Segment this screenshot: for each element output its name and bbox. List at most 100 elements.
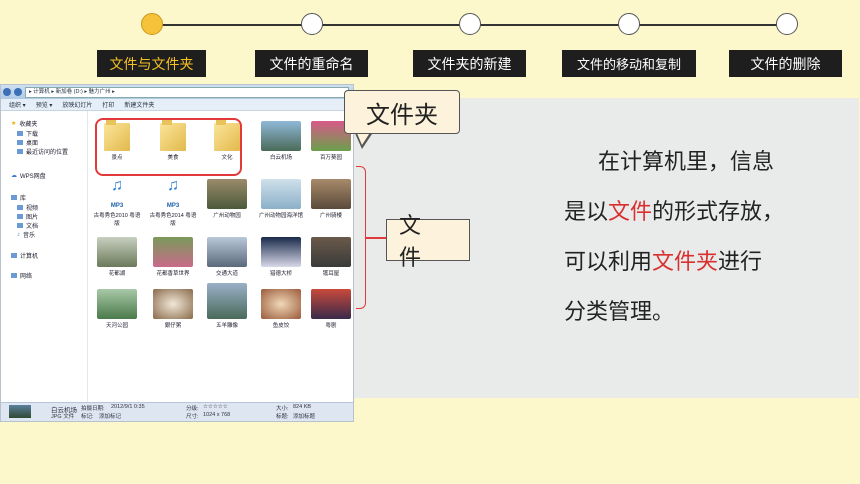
- selected-file-type: JPG 文件: [51, 414, 75, 420]
- size-label: 大小:: [276, 406, 289, 412]
- file-item[interactable]: 猎德大桥: [256, 237, 306, 277]
- rating-label: 分级:: [186, 406, 199, 412]
- timeline-dot-2[interactable]: [301, 13, 323, 35]
- file-item[interactable]: ♫ MP3 古粤秀色2010 粤语版: [92, 177, 142, 227]
- photo-thumbnail: [207, 179, 247, 209]
- text-line-1: 在计算机里，信息: [598, 150, 775, 175]
- preview-menu[interactable]: 预览 ▾: [36, 100, 53, 109]
- photo-thumbnail: [153, 237, 193, 267]
- file-item[interactable]: 鱼皮饺: [256, 289, 306, 329]
- file-item[interactable]: 广州动物园海洋馆: [256, 179, 306, 219]
- rating-stars[interactable]: ☆☆☆☆☆: [203, 404, 228, 410]
- nav-download[interactable]: 下载: [17, 129, 38, 138]
- nav-wps[interactable]: ☁ WPS网盘: [11, 171, 46, 180]
- mp3-icon: ♫ MP3: [110, 177, 124, 209]
- forward-icon[interactable]: [14, 88, 22, 96]
- file-item[interactable]: 广州骑楼: [306, 179, 353, 219]
- computer-icon: [11, 253, 17, 258]
- photo-thumbnail: [311, 237, 351, 267]
- photo-thumbnail: [207, 237, 247, 267]
- photo-thumbnail: [311, 179, 351, 209]
- file-item[interactable]: ♫ MP3 古粤秀色2014 粤语版: [148, 177, 198, 227]
- nav-network[interactable]: 网络: [11, 271, 32, 280]
- desktop-icon: [17, 140, 23, 145]
- photo-thumbnail: [261, 237, 301, 267]
- nav-desktop[interactable]: 桌面: [17, 138, 38, 147]
- photo-thumbnail: [261, 179, 301, 209]
- timeline-dot-3[interactable]: [459, 13, 481, 35]
- text-line-2: 是以文件的形式存放，: [564, 200, 785, 225]
- documents-icon: [17, 223, 23, 228]
- step-move-copy[interactable]: 文件的移动和复制: [562, 50, 696, 77]
- photo-thumbnail: [261, 289, 301, 319]
- title-value[interactable]: 添加标题: [293, 412, 315, 420]
- photo-thumbnail: [311, 289, 351, 319]
- explorer-toolbar: 组织 ▾ 预览 ▾ 放映幻灯片 打印 新建文件夹: [1, 99, 353, 111]
- timeline-dot-5[interactable]: [776, 13, 798, 35]
- explanation-text: 在计算机里，信息 是以文件的形式存放， 可以利用文件夹进行 分类管理。: [564, 138, 848, 338]
- address-bar[interactable]: ▸ 计算机 ▸ 新加卷 (D:) ▸ 魅力广州 ▸: [25, 86, 349, 98]
- pictures-icon: [17, 214, 23, 219]
- nav-music[interactable]: ♪ 音乐: [17, 230, 35, 240]
- mp3-icon: ♫ MP3: [166, 177, 180, 209]
- step-rename[interactable]: 文件的重命名: [255, 50, 368, 77]
- text-line-3: 可以利用文件夹进行: [564, 250, 763, 275]
- print-button[interactable]: 打印: [102, 100, 114, 109]
- nav-pictures[interactable]: 图片: [17, 212, 38, 221]
- photo-thumbnail: [207, 283, 247, 319]
- photo-thumbnail: [97, 289, 137, 319]
- file-item[interactable]: 粤剧: [306, 289, 353, 329]
- nav-video[interactable]: 视频: [17, 203, 38, 212]
- slideshow-button[interactable]: 放映幻灯片: [62, 100, 92, 109]
- keyword-file: 文件: [608, 200, 653, 225]
- tag-label: 标记:: [81, 414, 94, 420]
- recent-icon: [17, 149, 23, 154]
- dimensions-value: 1024 x 768: [203, 412, 231, 418]
- folder-callout: 文件夹: [344, 90, 460, 134]
- step-delete[interactable]: 文件的删除: [729, 50, 842, 77]
- keyword-folder: 文件夹: [652, 250, 719, 275]
- nav-documents[interactable]: 文档: [17, 221, 38, 230]
- navigation-pane: ★ 收藏夹 下载 桌面 最近访问的位置 ☁ WPS网盘 库 视频 图片 文档 ♪ 音乐…: [1, 111, 88, 403]
- title-label: 标题:: [276, 414, 289, 420]
- back-icon[interactable]: [3, 88, 11, 96]
- file-item[interactable]: 白云机场: [256, 121, 306, 161]
- date-label: 拍摄日期:: [81, 406, 105, 412]
- nav-libraries[interactable]: 库: [11, 193, 26, 202]
- nav-recent[interactable]: 最近访问的位置: [17, 147, 68, 156]
- size-value: 824 KB: [293, 404, 312, 410]
- network-icon: [11, 273, 17, 278]
- organize-menu[interactable]: 组织 ▾: [9, 100, 26, 109]
- timeline-dot-4[interactable]: [618, 13, 640, 35]
- files-bracket: [356, 166, 366, 309]
- photo-thumbnail: [153, 289, 193, 319]
- file-item[interactable]: 銀仔粥: [148, 289, 198, 329]
- file-item[interactable]: 五羊雕像: [202, 283, 252, 329]
- file-item[interactable]: 镬耳屋: [306, 237, 353, 277]
- file-item[interactable]: 花都香草世界: [148, 237, 198, 277]
- file-callout: 文 件: [386, 214, 470, 271]
- dimensions-label: 尺寸:: [186, 414, 199, 420]
- file-item[interactable]: 花都湖: [92, 237, 142, 277]
- address-row: ▸ 计算机 ▸ 新加卷 (D:) ▸ 魅力广州 ▸: [1, 85, 353, 99]
- file-item[interactable]: 广州动物园: [202, 179, 252, 219]
- files-bracket-tick: [366, 237, 386, 239]
- timeline-dot-1[interactable]: [141, 13, 163, 35]
- file-item[interactable]: 交通大道: [202, 237, 252, 277]
- new-folder-button[interactable]: 新建文件夹: [124, 100, 154, 109]
- video-icon: [17, 205, 23, 210]
- file-item[interactable]: 天河公园: [92, 289, 142, 329]
- nav-computer[interactable]: 计算机: [11, 251, 38, 260]
- folders-highlight: [95, 118, 242, 176]
- step-files-and-folders[interactable]: 文件与文件夹: [97, 50, 206, 77]
- details-pane: 白云机场 JPG 文件 拍摄日期: 2012/9/1 0:35 标记: 添加标记…: [1, 402, 353, 421]
- photo-thumbnail: [261, 121, 301, 151]
- step-new-folder[interactable]: 文件夹的新建: [413, 50, 526, 77]
- nav-favorites[interactable]: ★ 收藏夹: [11, 119, 37, 128]
- selected-file-thumbnail: [9, 405, 31, 418]
- star-icon: ★: [11, 121, 17, 127]
- date-value: 2012/9/1 0:35: [111, 404, 145, 410]
- tag-value[interactable]: 添加标记: [99, 412, 121, 420]
- library-icon: [11, 195, 17, 200]
- download-icon: [17, 131, 23, 136]
